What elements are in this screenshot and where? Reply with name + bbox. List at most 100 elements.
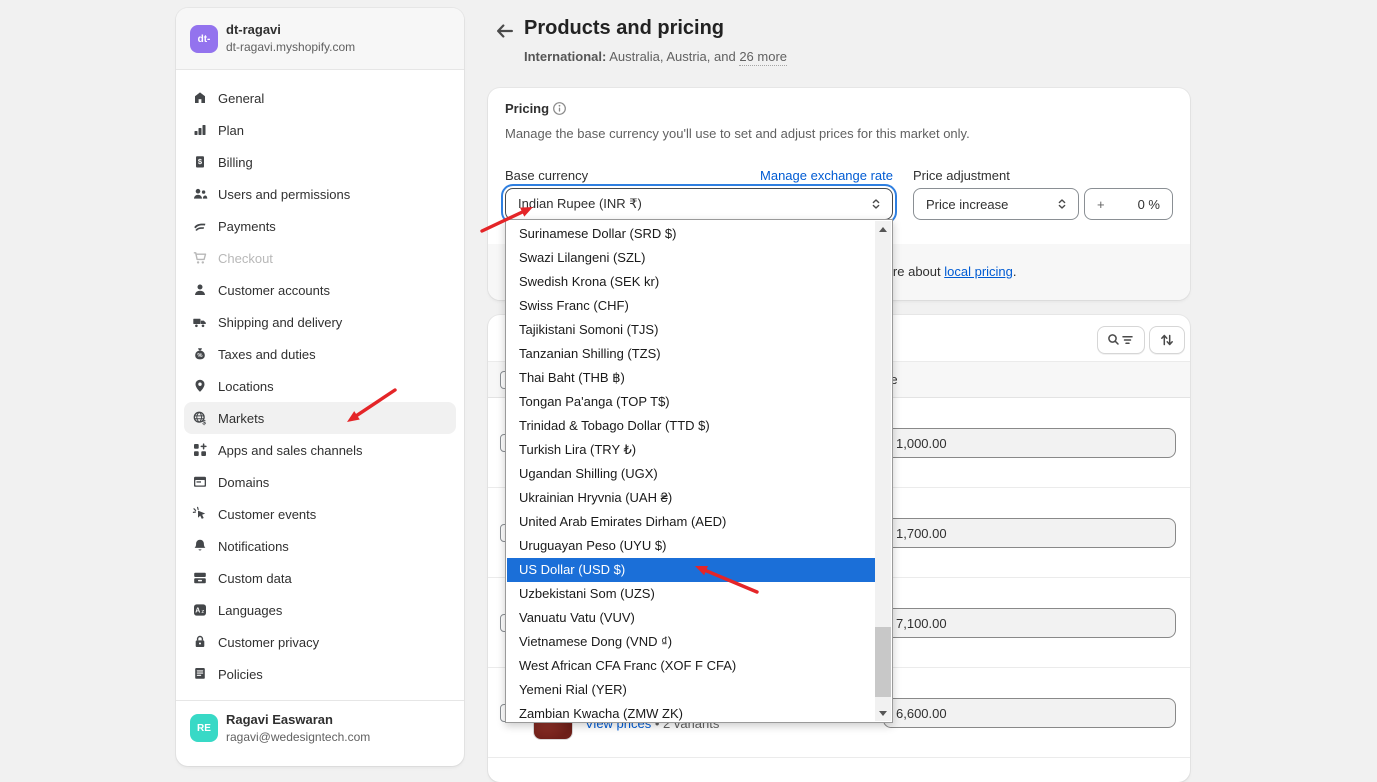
sidebar-item-general[interactable]: General: [184, 82, 456, 114]
price-input[interactable]: 1,700.00: [883, 518, 1176, 548]
base-currency-value: Indian Rupee (INR ₹): [518, 196, 642, 212]
base-currency-select[interactable]: Indian Rupee (INR ₹): [505, 188, 893, 220]
price-input[interactable]: 1,000.00: [883, 428, 1176, 458]
events-icon: [192, 506, 208, 522]
store-header[interactable]: dt- dt-ragavi dt-ragavi.myshopify.com: [176, 8, 464, 70]
currency-option-uzbekistani-som-uzs[interactable]: Uzbekistani Som (UZS): [507, 582, 875, 606]
currency-option-tongan-pa-anga-top-t[interactable]: Tongan Pa'anga (TOP T$): [507, 390, 875, 414]
currency-option-swazi-lilangeni-szl[interactable]: Swazi Lilangeni (SZL): [507, 246, 875, 270]
sidebar-item-notifications[interactable]: Notifications: [184, 530, 456, 562]
currency-option-uruguayan-peso-uyu[interactable]: Uruguayan Peso (UYU $): [507, 534, 875, 558]
search-filter-button[interactable]: [1097, 326, 1145, 354]
back-arrow-icon[interactable]: [494, 20, 516, 42]
chevron-updown-icon: [1055, 197, 1069, 211]
currency-option-vietnamese-dong-vnd[interactable]: Vietnamese Dong (VND ₫): [507, 630, 875, 654]
base-currency-label: Base currency: [505, 168, 588, 183]
price-adjustment-value: Price increase: [926, 197, 1008, 212]
data-icon: [192, 570, 208, 586]
sidebar-item-label: Custom data: [218, 571, 292, 586]
globe-icon: $: [192, 410, 208, 426]
info-icon[interactable]: [552, 101, 567, 116]
currency-dropdown: Surinamese Dollar (SRD $)Swazi Lilangeni…: [505, 219, 893, 723]
user-avatar: RE: [190, 714, 218, 742]
sidebar-item-locations[interactable]: Locations: [184, 370, 456, 402]
price-adjustment-select[interactable]: Price increase: [913, 188, 1079, 220]
currency-option-us-dollar-usd[interactable]: US Dollar (USD $): [507, 558, 875, 582]
sidebar-item-payments[interactable]: Payments: [184, 210, 456, 242]
more-countries-link[interactable]: 26 more: [739, 49, 787, 66]
sidebar-item-shipping-and-delivery[interactable]: Shipping and delivery: [184, 306, 456, 338]
svg-text:%: %: [197, 353, 202, 359]
sidebar-item-label: Notifications: [218, 539, 289, 554]
price-input[interactable]: 6,600.00: [883, 698, 1176, 728]
apps-icon: [192, 442, 208, 458]
currency-option-ugandan-shilling-ugx[interactable]: Ugandan Shilling (UGX): [507, 462, 875, 486]
sidebar-item-customer-accounts[interactable]: Customer accounts: [184, 274, 456, 306]
market-countries: Australia, Austria, and: [606, 49, 739, 64]
percent-value: 0 %: [1138, 197, 1160, 212]
currency-option-trinidad-tobago-dollar-ttd[interactable]: Trinidad & Tobago Dollar (TTD $): [507, 414, 875, 438]
sidebar-item-label: Taxes and duties: [218, 347, 316, 362]
price-input[interactable]: 7,100.00: [883, 608, 1176, 638]
scroll-up-arrow[interactable]: [875, 221, 891, 237]
dropdown-scrollbar[interactable]: [875, 221, 891, 721]
currency-option-swiss-franc-chf[interactable]: Swiss Franc (CHF): [507, 294, 875, 318]
store-avatar: dt-: [190, 25, 218, 53]
sidebar-item-label: Checkout: [218, 251, 273, 266]
sidebar-item-label: Markets: [218, 411, 264, 426]
page-title: Products and pricing: [524, 17, 724, 40]
sidebar-item-customer-privacy[interactable]: Customer privacy: [184, 626, 456, 658]
currency-option-yemeni-rial-yer[interactable]: Yemeni Rial (YER): [507, 678, 875, 702]
sidebar-item-label: Languages: [218, 603, 282, 618]
store-icon: [192, 90, 208, 106]
bell-icon: [192, 538, 208, 554]
scroll-down-arrow[interactable]: [875, 705, 891, 721]
currency-option-west-african-cfa-franc-xof-f-cfa[interactable]: West African CFA Franc (XOF F CFA): [507, 654, 875, 678]
sidebar-item-policies[interactable]: Policies: [184, 658, 456, 690]
page-header: Products and pricing International: Aust…: [488, 14, 1190, 76]
policy-icon: [192, 666, 208, 682]
currency-option-swedish-krona-sek-kr[interactable]: Swedish Krona (SEK kr): [507, 270, 875, 294]
sidebar-item-checkout: Checkout: [184, 242, 456, 274]
sidebar-item-markets[interactable]: $ Markets: [184, 402, 456, 434]
sidebar-item-users-and-permissions[interactable]: Users and permissions: [184, 178, 456, 210]
sidebar-item-custom-data[interactable]: Custom data: [184, 562, 456, 594]
users-icon: [192, 186, 208, 202]
currency-option-vanuatu-vatu-vuv[interactable]: Vanuatu Vatu (VUV): [507, 606, 875, 630]
sort-button[interactable]: [1149, 326, 1185, 354]
note-period: .: [1013, 264, 1017, 279]
domain-icon: [192, 474, 208, 490]
currency-option-tajikistani-somoni-tjs[interactable]: Tajikistani Somoni (TJS): [507, 318, 875, 342]
sidebar-item-domains[interactable]: Domains: [184, 466, 456, 498]
currency-option-turkish-lira-try[interactable]: Turkish Lira (TRY ₺): [507, 438, 875, 462]
sidebar-item-label: Users and permissions: [218, 187, 350, 202]
tax-icon: %: [192, 346, 208, 362]
svg-text:z: z: [201, 609, 204, 615]
svg-text:$: $: [202, 420, 206, 427]
sidebar-item-label: Customer events: [218, 507, 316, 522]
sidebar-item-label: General: [218, 91, 264, 106]
manage-exchange-rate-link[interactable]: Manage exchange rate: [760, 168, 893, 183]
price-adjustment-percent-input[interactable]: + 0 %: [1084, 188, 1173, 220]
sidebar-item-label: Customer privacy: [218, 635, 319, 650]
currency-option-surinamese-dollar-srd[interactable]: Surinamese Dollar (SRD $): [507, 222, 875, 246]
currency-option-thai-baht-thb[interactable]: Thai Baht (THB ฿): [507, 366, 875, 390]
sidebar-item-billing[interactable]: $Billing: [184, 146, 456, 178]
sidebar-item-customer-events[interactable]: Customer events: [184, 498, 456, 530]
sidebar-item-label: Customer accounts: [218, 283, 330, 298]
currency-option-tanzanian-shilling-tzs[interactable]: Tanzanian Shilling (TZS): [507, 342, 875, 366]
scrollbar-thumb[interactable]: [875, 627, 891, 697]
sidebar-item-taxes-and-duties[interactable]: % Taxes and duties: [184, 338, 456, 370]
svg-text:A: A: [195, 608, 200, 615]
local-pricing-link[interactable]: local pricing: [944, 264, 1013, 279]
sidebar-item-apps-and-sales-channels[interactable]: Apps and sales channels: [184, 434, 456, 466]
user-footer[interactable]: RE Ragavi Easwaran ragavi@wedesigntech.c…: [176, 700, 464, 766]
sidebar-item-languages[interactable]: Az Languages: [184, 594, 456, 626]
pricing-description: Manage the base currency you'll use to s…: [505, 126, 970, 141]
currency-option-ukrainian-hryvnia-uah[interactable]: Ukrainian Hryvnia (UAH ₴): [507, 486, 875, 510]
plan-icon: [192, 122, 208, 138]
sidebar-item-plan[interactable]: Plan: [184, 114, 456, 146]
sidebar-item-label: Locations: [218, 379, 274, 394]
currency-option-united-arab-emirates-dirham-aed[interactable]: United Arab Emirates Dirham (AED): [507, 510, 875, 534]
currency-option-zambian-kwacha-zmw-zk[interactable]: Zambian Kwacha (ZMW ZK): [507, 702, 875, 723]
